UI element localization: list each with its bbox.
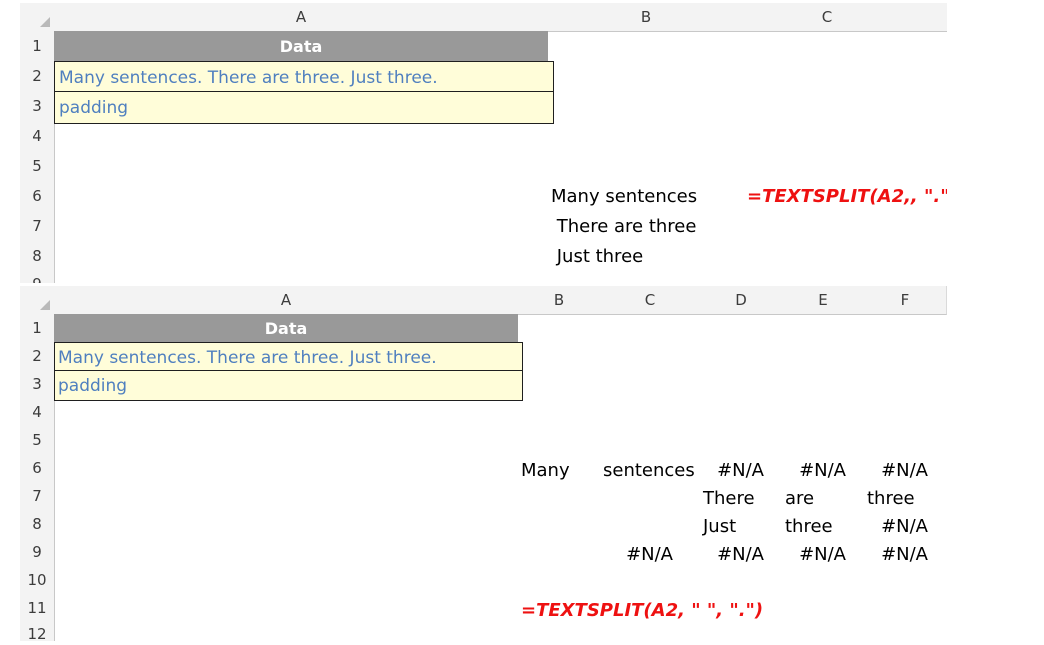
result-cell-b8[interactable]: Just three	[551, 247, 644, 267]
row-header-5[interactable]: 5	[20, 426, 55, 455]
cell-a3[interactable]: padding	[54, 91, 554, 124]
select-all-corner[interactable]	[20, 286, 55, 315]
data-header-cell[interactable]: Data	[54, 314, 518, 342]
bottom-spreadsheet: A B C D E F 1 2 3 4 5 6 7 8 9 10 11 12 D…	[20, 286, 953, 641]
cell-a2[interactable]: Many sentences. There are three. Just th…	[54, 342, 523, 373]
cell-a3[interactable]: padding	[54, 370, 523, 401]
column-header-c[interactable]: C	[744, 3, 911, 32]
column-header-c[interactable]: C	[600, 286, 701, 315]
row-header-1[interactable]: 1	[20, 31, 55, 62]
column-header-b[interactable]: B	[548, 3, 745, 32]
row-header-3[interactable]: 3	[20, 370, 55, 399]
result-cell-c6[interactable]: sentences	[603, 461, 695, 481]
result-cell-e8[interactable]: three	[785, 517, 833, 537]
select-all-corner[interactable]	[20, 3, 55, 32]
row-header-9[interactable]: 9	[20, 538, 55, 567]
row-header-7[interactable]: 7	[20, 211, 55, 242]
result-cell-f6[interactable]: #N/A	[864, 461, 928, 481]
column-header-a[interactable]: A	[54, 3, 549, 32]
row-header-3[interactable]: 3	[20, 91, 55, 122]
column-header-b[interactable]: B	[518, 286, 601, 315]
row-header-2[interactable]: 2	[20, 342, 55, 371]
result-cell-b6[interactable]: Many	[521, 461, 570, 481]
result-cell-d8[interactable]: Just	[703, 517, 736, 537]
top-spreadsheet: A B C 1 2 3 4 5 6 7 8 9 Data Many senten…	[20, 3, 947, 283]
result-cell-e6[interactable]: #N/A	[782, 461, 846, 481]
row-header-8[interactable]: 8	[20, 241, 55, 272]
row-header-8[interactable]: 8	[20, 510, 55, 539]
result-cell-c9[interactable]: #N/A	[600, 545, 673, 565]
row-header-10[interactable]: 10	[20, 566, 55, 595]
row-header-1[interactable]: 1	[20, 314, 55, 343]
row-header-5[interactable]: 5	[20, 151, 55, 182]
row-header-9[interactable]: 9	[20, 271, 55, 283]
row-header-11[interactable]: 11	[20, 594, 55, 623]
data-header-cell[interactable]: Data	[54, 31, 548, 61]
result-cell-f7[interactable]: three	[867, 489, 915, 509]
result-cell-f9[interactable]: #N/A	[864, 545, 928, 565]
row-header-7[interactable]: 7	[20, 482, 55, 511]
result-cell-b6[interactable]: Many sentences	[551, 187, 697, 207]
column-header-extra[interactable]	[910, 3, 947, 32]
column-header-a[interactable]: A	[54, 286, 519, 315]
column-header-f[interactable]: F	[864, 286, 947, 315]
cell-a2[interactable]: Many sentences. There are three. Just th…	[54, 61, 554, 94]
row-header-2[interactable]: 2	[20, 61, 55, 92]
formula-label: =TEXTSPLIT(A2,, ".")	[747, 186, 947, 207]
row-header-4[interactable]: 4	[20, 398, 55, 427]
column-header-d[interactable]: D	[700, 286, 783, 315]
column-header-e[interactable]: E	[782, 286, 865, 315]
result-cell-d9[interactable]: #N/A	[700, 545, 764, 565]
result-cell-d7[interactable]: There	[703, 489, 755, 509]
row-header-4[interactable]: 4	[20, 121, 55, 152]
formula-label: =TEXTSPLIT(A2, " ", ".")	[521, 600, 764, 621]
result-cell-f8[interactable]: #N/A	[864, 517, 928, 537]
result-cell-b7[interactable]: There are three	[551, 217, 697, 237]
result-cell-e7[interactable]: are	[785, 489, 814, 509]
row-header-6[interactable]: 6	[20, 454, 55, 483]
row-header-6[interactable]: 6	[20, 181, 55, 212]
result-cell-e9[interactable]: #N/A	[782, 545, 846, 565]
result-cell-d6[interactable]: #N/A	[700, 461, 764, 481]
row-header-12[interactable]: 12	[20, 622, 55, 641]
